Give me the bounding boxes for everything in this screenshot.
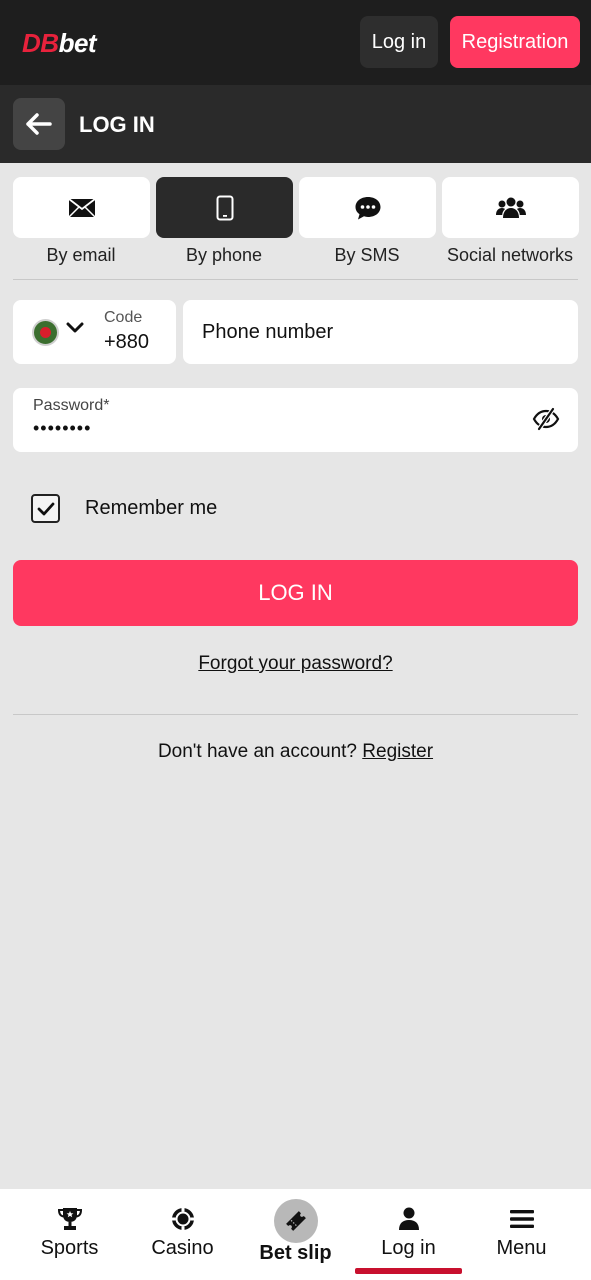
- bangladesh-flag-icon: [32, 319, 59, 346]
- nav-label-log-in: Log in: [381, 1237, 436, 1259]
- nav-label-menu: Menu: [496, 1237, 547, 1259]
- phone-number-input[interactable]: [183, 300, 578, 364]
- forgot-password-link[interactable]: Forgot your password?: [0, 653, 591, 675]
- nav-item-casino[interactable]: Casino: [126, 1189, 239, 1280]
- nav-label-bet-slip[interactable]: Bet slip: [240, 1242, 351, 1265]
- register-link[interactable]: Register: [362, 741, 433, 762]
- divider: [13, 714, 578, 715]
- tab-label-phone: By phone: [185, 245, 263, 265]
- ticket-icon: [286, 1211, 306, 1231]
- remember-me-checkbox[interactable]: [31, 494, 60, 523]
- chevron-down-icon: [66, 322, 84, 333]
- tab-label-sms: By SMS: [334, 245, 400, 265]
- register-prompt: Don't have an account? Register: [0, 741, 591, 763]
- code-value: +880: [104, 331, 150, 353]
- eye-slash-icon[interactable]: [532, 407, 560, 431]
- nav-item-menu[interactable]: Menu: [465, 1189, 578, 1280]
- tab-label-social: Social networks: [446, 245, 574, 265]
- casino-chip-icon: [171, 1208, 194, 1230]
- mobile-phone-icon: [216, 195, 233, 220]
- user-icon: [398, 1207, 419, 1230]
- hamburger-menu-icon: [509, 1210, 534, 1228]
- envelope-icon: [67, 197, 96, 218]
- users-icon: [495, 197, 526, 218]
- top-bar: DBbet Log in Registration: [0, 0, 591, 85]
- password-label: Password*: [33, 397, 110, 414]
- page-header: LOG IN: [0, 85, 591, 163]
- nav-item-bet-slip[interactable]: [274, 1199, 318, 1243]
- arrow-left-icon: [26, 113, 52, 135]
- nav-item-sports[interactable]: Sports: [13, 1189, 126, 1280]
- header-login-button[interactable]: Log in: [360, 16, 438, 68]
- active-tab-indicator: [355, 1268, 462, 1274]
- logo-prefix: DB: [22, 28, 59, 58]
- nav-label-casino: Casino: [151, 1237, 214, 1259]
- tab-by-email[interactable]: [13, 177, 150, 238]
- remember-me-label[interactable]: Remember me: [85, 497, 217, 520]
- no-account-text: Don't have an account?: [157, 741, 357, 762]
- nav-item-log-in[interactable]: Log in: [352, 1189, 465, 1280]
- bottom-navigation: Sports Casino Bet slip Log in Menu: [0, 1189, 591, 1280]
- country-code-selector[interactable]: Code +880: [13, 300, 176, 364]
- password-field[interactable]: Password* ••••••••: [13, 388, 578, 452]
- tab-social-networks[interactable]: [442, 177, 579, 238]
- page-title: LOG IN: [79, 112, 155, 137]
- logo-suffix: bet: [58, 28, 97, 58]
- password-value: ••••••••: [33, 418, 92, 438]
- tab-label-email: By email: [46, 245, 116, 265]
- back-button[interactable]: [13, 98, 65, 150]
- divider: [13, 279, 578, 280]
- checkmark-icon: [37, 502, 54, 515]
- code-label: Code: [104, 309, 143, 326]
- dbbet-logo[interactable]: DBbet: [22, 28, 97, 59]
- nav-label-sports: Sports: [40, 1237, 99, 1259]
- login-submit-button[interactable]: LOG IN: [13, 560, 578, 626]
- trophy-icon: [57, 1208, 82, 1230]
- chat-bubble-icon: [355, 196, 380, 219]
- tab-by-sms[interactable]: [299, 177, 436, 238]
- header-registration-button[interactable]: Registration: [450, 16, 580, 68]
- tab-by-phone[interactable]: [156, 177, 293, 238]
